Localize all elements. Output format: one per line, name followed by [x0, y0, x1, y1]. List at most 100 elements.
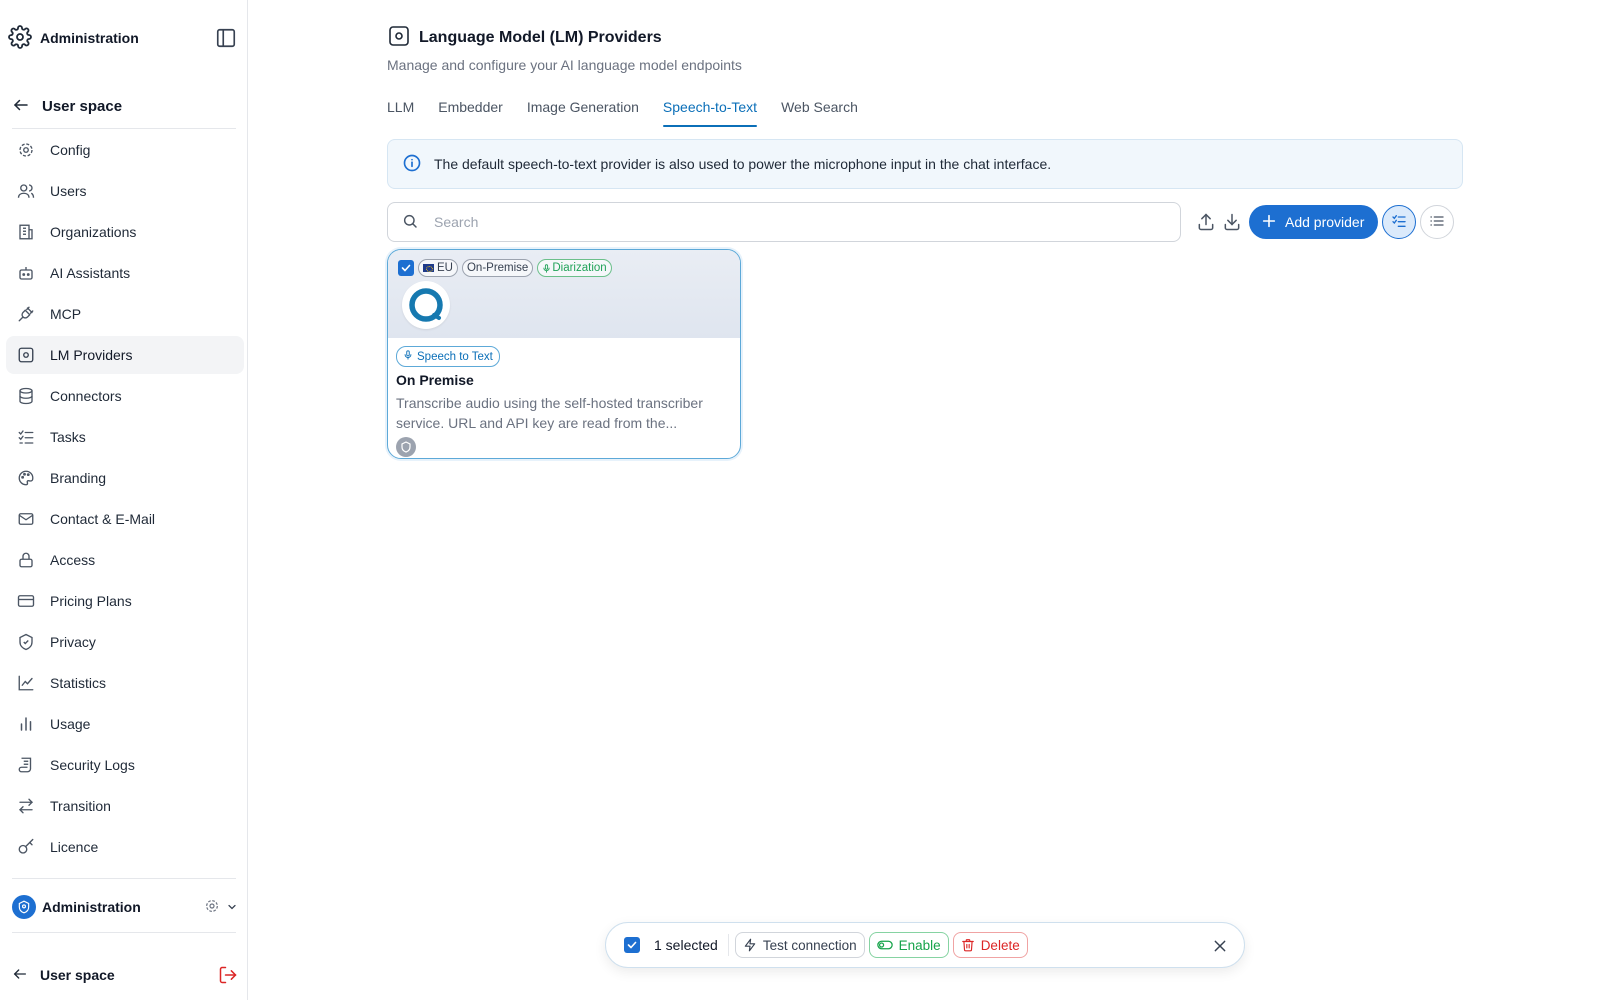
sidebar-divider	[12, 932, 236, 933]
org-shield-icon	[12, 895, 36, 919]
sidebar-item-statistics[interactable]: Statistics	[6, 664, 244, 702]
delete-button[interactable]: Delete	[952, 932, 1028, 958]
sidebar-item-pricing-plans[interactable]: Pricing Plans	[6, 582, 244, 620]
sidebar-item-ai-assistants[interactable]: AI Assistants	[6, 254, 244, 292]
toggle-icon	[876, 939, 893, 951]
type-tag-label: Speech to Text	[417, 350, 493, 363]
sidebar-item-connectors[interactable]: Connectors	[6, 377, 244, 415]
add-provider-button[interactable]: Add provider	[1249, 205, 1379, 239]
zap-icon	[743, 938, 757, 952]
sidebar-item-contact-email[interactable]: Contact & E-Mail	[6, 500, 244, 538]
card-checkbox[interactable]	[398, 260, 414, 276]
list-check-icon	[1391, 213, 1407, 232]
search-box	[387, 202, 1181, 242]
tab-llm[interactable]: LLM	[387, 97, 414, 127]
sidebar-item-label: Security Logs	[50, 757, 135, 773]
close-icon[interactable]	[1210, 936, 1230, 956]
bar-chart-icon	[16, 714, 36, 734]
card-tags: EU On-Premise Diarization	[398, 259, 612, 277]
sidebar-item-lm-providers[interactable]: LM Providers	[6, 336, 244, 374]
bot-icon	[16, 263, 36, 283]
gear-icon	[16, 140, 36, 160]
sidebar-header: Administration	[8, 24, 238, 52]
palette-icon	[16, 468, 36, 488]
sidebar-item-label: Pricing Plans	[50, 593, 132, 609]
footer-user-space[interactable]: User space	[12, 962, 238, 988]
mic-icon	[542, 263, 551, 274]
eu-flag-icon	[423, 264, 434, 272]
sidebar-item-config[interactable]: Config	[6, 131, 244, 169]
selection-count: 1 selected	[654, 937, 718, 953]
region-tag: EU	[418, 259, 458, 277]
sidebar-divider	[12, 878, 236, 879]
sidebar-toggle-icon[interactable]	[214, 26, 238, 50]
list-view-button[interactable]	[1420, 205, 1455, 239]
shield-icon	[16, 632, 36, 652]
back-label: User space	[42, 97, 123, 115]
info-banner: The default speech-to-text provider is a…	[387, 139, 1463, 189]
status-shield-icon	[396, 437, 416, 457]
sidebar-item-label: LM Providers	[50, 347, 133, 363]
tab-embedder[interactable]: Embedder	[438, 97, 503, 127]
info-banner-text: The default speech-to-text provider is a…	[434, 156, 1052, 172]
arrow-left-icon	[12, 966, 28, 985]
sidebar-item-label: MCP	[50, 306, 82, 322]
enable-label: Enable	[898, 937, 941, 953]
provider-card[interactable]: EU On-Premise Diarization Speech to Text…	[387, 249, 741, 459]
sidebar-item-organizations[interactable]: Organizations	[6, 213, 244, 251]
sidebar-item-tasks[interactable]: Tasks	[6, 418, 244, 456]
test-connection-button[interactable]: Test connection	[734, 932, 865, 958]
search-icon	[402, 213, 418, 232]
back-to-user-space[interactable]: User space	[12, 92, 122, 120]
enable-button[interactable]: Enable	[868, 932, 949, 958]
sidebar-item-access[interactable]: Access	[6, 541, 244, 579]
scroll-icon	[16, 755, 36, 775]
sidebar-item-security-logs[interactable]: Security Logs	[6, 746, 244, 784]
tab-speech-to-text[interactable]: Speech-to-Text	[662, 97, 758, 127]
sidebar-item-transition[interactable]: Transition	[6, 787, 244, 825]
sidebar-item-privacy[interactable]: Privacy	[6, 623, 244, 661]
provider-tabs: LLM Embedder Image Generation Speech-to-…	[387, 97, 882, 127]
sidebar-item-label: AI Assistants	[50, 265, 131, 281]
select-all-checkbox[interactable]	[624, 937, 640, 953]
mic-icon	[403, 349, 413, 364]
chevron-down-icon[interactable]	[226, 900, 238, 916]
org-switcher[interactable]: Administration	[12, 894, 238, 920]
sidebar-item-label: Licence	[50, 839, 99, 855]
database-icon	[16, 386, 36, 406]
page-title: Language Model (LM) Providers	[419, 28, 662, 46]
download-icon[interactable]	[1219, 209, 1245, 235]
upload-icon[interactable]	[1193, 209, 1219, 235]
sidebar-item-usage[interactable]: Usage	[6, 705, 244, 743]
org-actions	[204, 898, 238, 917]
diarization-tag: Diarization	[537, 259, 612, 277]
gear-icon[interactable]	[204, 898, 220, 917]
org-label: Administration	[42, 899, 141, 915]
info-icon	[402, 153, 422, 176]
region-tag-label: EU	[437, 262, 453, 274]
divider	[727, 934, 729, 956]
list-check-icon	[16, 427, 36, 447]
tab-image-generation[interactable]: Image Generation	[527, 97, 639, 127]
delete-label: Delete	[980, 937, 1020, 953]
logout-icon[interactable]	[218, 965, 238, 988]
sidebar-item-users[interactable]: Users	[6, 172, 244, 210]
lock-icon	[16, 550, 36, 570]
card-header: EU On-Premise Diarization	[388, 250, 740, 338]
credit-card-icon	[16, 591, 36, 611]
tab-web-search[interactable]: Web Search	[781, 97, 858, 127]
building-icon	[16, 222, 36, 242]
sidebar-item-label: Transition	[50, 798, 111, 814]
chart-line-icon	[16, 673, 36, 693]
trash-icon	[961, 938, 975, 952]
select-mode-button[interactable]	[1382, 205, 1417, 239]
sidebar-item-branding[interactable]: Branding	[6, 459, 244, 497]
sidebar-item-label: Statistics	[50, 675, 107, 691]
footer-user-label: User space	[40, 967, 115, 983]
sidebar-item-mcp[interactable]: MCP	[6, 295, 244, 333]
search-input[interactable]	[434, 214, 1134, 230]
card-title: On Premise	[396, 372, 474, 388]
plug-icon	[16, 304, 36, 324]
sidebar-item-licence[interactable]: Licence	[6, 828, 244, 866]
sidebar-item-label: Connectors	[50, 388, 122, 404]
